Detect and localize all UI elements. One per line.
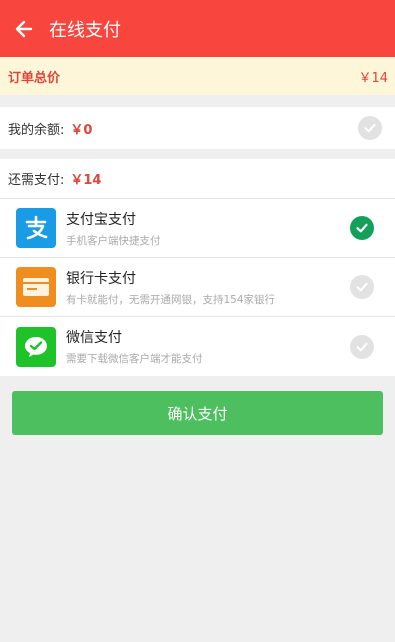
payment-desc: 手机客户端快捷支付 bbox=[66, 234, 161, 247]
payment-method-alipay[interactable]: 支付宝支付 手机客户端快捷支付 bbox=[0, 199, 395, 258]
balance-check-icon[interactable] bbox=[358, 116, 382, 140]
unselected-check-icon[interactable] bbox=[350, 275, 374, 299]
need-pay-row: 还需支付: ￥14 bbox=[0, 159, 395, 199]
balance-info: 我的余额: ￥0 bbox=[8, 119, 92, 138]
app-bar: 在线支付 bbox=[0, 0, 395, 57]
confirm-pay-button[interactable]: 确认支付 bbox=[12, 391, 383, 435]
payment-name: 微信支付 bbox=[66, 330, 122, 346]
payment-name: 银行卡支付 bbox=[66, 270, 136, 287]
confirm-wrap: 确认支付 bbox=[0, 376, 395, 435]
back-button[interactable] bbox=[2, 0, 46, 57]
order-total-label: 订单总价 bbox=[8, 70, 61, 86]
balance-amount: ￥0 bbox=[70, 122, 93, 138]
payment-method-bank-card[interactable]: 银行卡支付 有卡就能付，无需开通网银，支持154家银行 bbox=[0, 258, 395, 317]
bank-card-icon bbox=[16, 267, 56, 307]
need-pay-label: 还需支付: bbox=[8, 173, 65, 188]
wechat-icon bbox=[16, 326, 56, 367]
back-arrow-icon bbox=[15, 20, 33, 37]
alipay-icon bbox=[16, 208, 56, 248]
payment-section: 还需支付: ￥14 支付宝支付 手机客户端快捷支付 银行卡支付 有卡就能付，无需开… bbox=[0, 159, 395, 376]
unselected-check-icon[interactable] bbox=[350, 334, 374, 359]
payment-text: 微信支付 需要下载微信客户端才能支付 bbox=[66, 327, 350, 366]
payment-desc: 需要下载微信客户端才能支付 bbox=[66, 353, 203, 365]
payment-desc: 有卡就能付，无需开通网银，支持154家银行 bbox=[66, 293, 276, 306]
page-title: 在线支付 bbox=[49, 19, 121, 41]
balance-label: 我的余额: bbox=[8, 122, 65, 138]
order-total-bar: 订单总价 ￥14 bbox=[0, 57, 395, 95]
order-total-amount: ￥14 bbox=[358, 70, 388, 86]
payment-name: 支付宝支付 bbox=[66, 211, 136, 228]
balance-row[interactable]: 我的余额: ￥0 bbox=[0, 107, 395, 149]
payment-text: 银行卡支付 有卡就能付，无需开通网银，支持154家银行 bbox=[66, 268, 350, 307]
need-pay-amount: ￥14 bbox=[70, 173, 102, 188]
payment-text: 支付宝支付 手机客户端快捷支付 bbox=[66, 209, 350, 248]
selected-check-icon[interactable] bbox=[350, 216, 374, 240]
payment-method-wechat[interactable]: 微信支付 需要下载微信客户端才能支付 bbox=[0, 317, 395, 376]
